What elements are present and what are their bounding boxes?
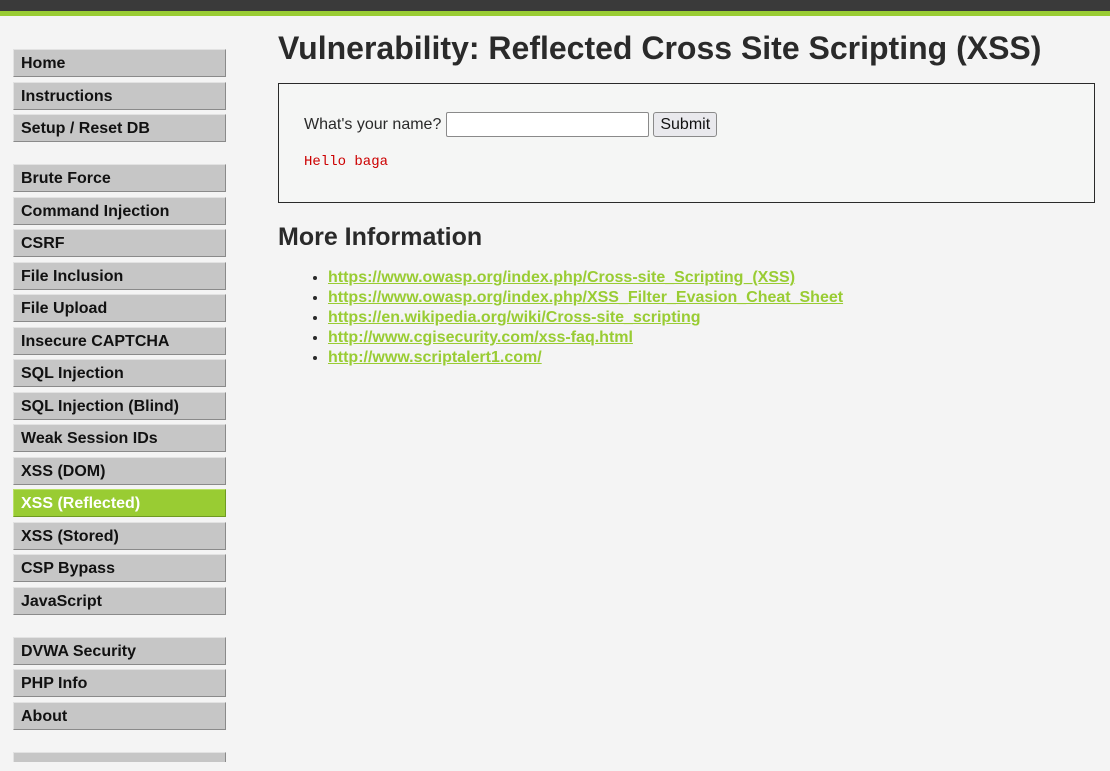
- menu-group-vulnerabilities: Brute Force Command Injection CSRF File …: [13, 164, 226, 615]
- menu-item-sql-injection-blind[interactable]: SQL Injection (Blind): [13, 391, 226, 420]
- header-bar: [0, 0, 1110, 11]
- menu-item-csrf[interactable]: CSRF: [13, 229, 226, 257]
- xss-output: Hello baga: [304, 154, 389, 170]
- menu-item-xss-reflected[interactable]: XSS (Reflected): [13, 489, 226, 517]
- name-label: What's your name?: [304, 115, 442, 133]
- menu-item-about[interactable]: About: [13, 701, 226, 730]
- page-title: Vulnerability: Reflected Cross Site Scri…: [278, 30, 1042, 66]
- name-input[interactable]: [446, 112, 650, 137]
- list-item: https://en.wikipedia.org/wiki/Cross-site…: [328, 308, 1096, 328]
- menu-item-sql-injection[interactable]: SQL Injection: [13, 359, 226, 387]
- menu-group-settings: DVWA Security PHP Info About: [13, 636, 226, 730]
- link-cgisecurity-faq[interactable]: http://www.cgisecurity.com/xss-faq.html: [328, 329, 633, 346]
- header-accent-stripe: [0, 11, 1110, 16]
- menu-item-javascript[interactable]: JavaScript: [13, 586, 226, 615]
- menu-item-weak-session-ids[interactable]: Weak Session IDs: [13, 424, 226, 452]
- menu-item-xss-stored[interactable]: XSS (Stored): [13, 521, 226, 550]
- main-content: Vulnerability: Reflected Cross Site Scri…: [278, 30, 1096, 368]
- menu-item-command-injection[interactable]: Command Injection: [13, 196, 226, 225]
- menu-item-setup-reset-db[interactable]: Setup / Reset DB: [13, 114, 226, 142]
- menu-item-xss-dom[interactable]: XSS (DOM): [13, 456, 226, 485]
- menu-item-brute-force[interactable]: Brute Force: [13, 164, 226, 192]
- menu-item-home[interactable]: Home: [13, 49, 226, 77]
- sidebar-menu: Home Instructions Setup / Reset DB Brute…: [13, 49, 226, 762]
- menu-group-main: Home Instructions Setup / Reset DB: [13, 49, 226, 142]
- menu-item-dvwa-security[interactable]: DVWA Security: [13, 636, 226, 665]
- link-owasp-xss[interactable]: https://www.owasp.org/index.php/Cross-si…: [328, 269, 795, 286]
- name-form: What's your name? Submit: [304, 112, 1094, 137]
- link-wikipedia-xss[interactable]: https://en.wikipedia.org/wiki/Cross-site…: [328, 309, 701, 326]
- vulnerable-code-area: What's your name? Submit Hello baga: [278, 83, 1095, 203]
- list-item: http://www.cgisecurity.com/xss-faq.html: [328, 328, 1096, 348]
- list-item: https://www.owasp.org/index.php/Cross-si…: [328, 268, 1096, 288]
- link-owasp-filter-evasion[interactable]: https://www.owasp.org/index.php/XSS_Filt…: [328, 289, 843, 306]
- more-information-heading: More Information: [278, 223, 483, 251]
- menu-item-csp-bypass[interactable]: CSP Bypass: [13, 554, 226, 582]
- menu-item-file-upload[interactable]: File Upload: [13, 294, 226, 322]
- menu-item-php-info[interactable]: PHP Info: [13, 669, 226, 697]
- menu-item-logout[interactable]: [13, 751, 226, 762]
- menu-item-instructions[interactable]: Instructions: [13, 81, 226, 110]
- more-information-links: https://www.owasp.org/index.php/Cross-si…: [278, 268, 1096, 368]
- menu-item-insecure-captcha[interactable]: Insecure CAPTCHA: [13, 326, 226, 355]
- submit-button[interactable]: Submit: [653, 112, 718, 137]
- menu-item-file-inclusion[interactable]: File Inclusion: [13, 261, 226, 290]
- list-item: http://www.scriptalert1.com/: [328, 348, 1096, 368]
- list-item: https://www.owasp.org/index.php/XSS_Filt…: [328, 288, 1096, 308]
- link-scriptalert1[interactable]: http://www.scriptalert1.com/: [328, 349, 542, 366]
